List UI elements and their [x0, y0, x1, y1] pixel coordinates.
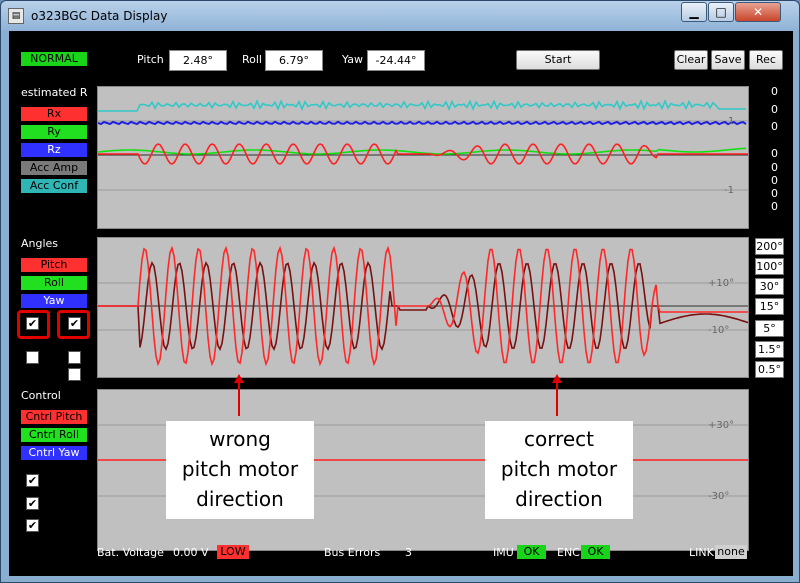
bus-errors-label: Bus Errors — [324, 546, 381, 559]
correct-line-1: correct — [523, 427, 595, 451]
link-status-badge: none — [715, 545, 747, 559]
wrong-line-1: wrong — [209, 427, 271, 451]
battery-label: Bat. Voltage — [97, 546, 164, 559]
link-label: LINK — [689, 546, 714, 559]
maximize-button[interactable]: □ — [708, 2, 734, 22]
correct-line-2: pitch motor — [500, 457, 618, 481]
correct-arrowhead — [552, 374, 562, 383]
close-button[interactable]: ✕ — [735, 2, 781, 22]
wrong-line-2: pitch motor — [181, 457, 299, 481]
battery-value: 0.00 V — [173, 546, 209, 559]
enc-status-badge: OK — [581, 545, 610, 559]
correct-line-3: direction — [515, 487, 603, 511]
client-area: NORMAL Pitch 2.48° Roll 6.79° Yaw -24.44… — [9, 31, 793, 576]
wrong-arrowhead — [234, 374, 244, 383]
wrong-direction-callout: wrong pitch motor direction — [166, 421, 314, 519]
correct-direction-callout: correct pitch motor direction — [485, 421, 633, 519]
bus-errors-value: 3 — [405, 546, 412, 559]
wrong-line-3: direction — [196, 487, 284, 511]
enc-label: ENC — [557, 546, 580, 559]
annotation-arrows — [234, 374, 562, 416]
battery-status-badge: LOW — [217, 545, 249, 559]
imu-label: IMU — [493, 546, 514, 559]
app-window: ▤ o323BGC Data Display ▁ □ ✕ NORMAL Pitc… — [0, 0, 800, 583]
minimize-button[interactable]: ▁ — [681, 2, 707, 22]
app-icon: ▤ — [8, 8, 24, 24]
window-title: o323BGC Data Display — [31, 9, 168, 23]
imu-status-badge: OK — [517, 545, 546, 559]
title-bar[interactable]: ▤ o323BGC Data Display ▁ □ ✕ — [1, 1, 799, 31]
